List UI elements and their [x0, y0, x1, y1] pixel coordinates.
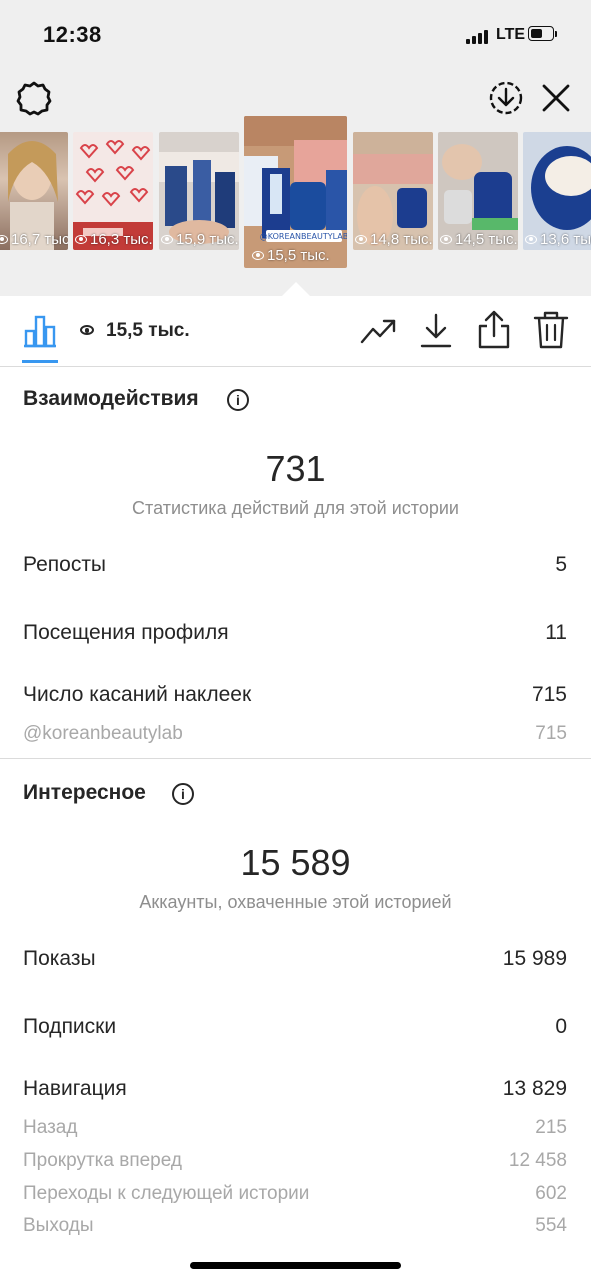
navigation-sub-value: 602 [535, 1183, 567, 1204]
info-icon[interactable]: i [227, 389, 249, 411]
navigation-sub-label: Прокрутка вперед [23, 1150, 182, 1171]
story-thumbnail[interactable]: 14,5 тыс. [438, 132, 518, 250]
interactions-total: 731 [265, 448, 326, 489]
navigation-sub-label: Выходы [23, 1215, 94, 1236]
story-thumbnail[interactable]: 15,9 тыс. [159, 132, 239, 250]
story-views: 14,8 тыс. [355, 231, 433, 248]
stat-label: Число касаний наклеек [23, 683, 252, 706]
navigation-sub-value: 215 [535, 1117, 567, 1138]
discovery-title: Интересное [23, 781, 146, 804]
story-views: 15,9 тыс. [161, 231, 239, 248]
navigation-sub-value: 12 458 [508, 1150, 567, 1171]
stat-value: 5 [555, 553, 567, 576]
stat-value: 13 829 [502, 1077, 567, 1100]
save-download-icon[interactable] [420, 312, 452, 350]
insights-bar-chart-icon[interactable] [22, 313, 58, 349]
share-icon[interactable] [477, 310, 511, 350]
story-thumbnail-selected[interactable]: @KOREANBEAUTYLAB 15,5 тыс. [244, 116, 347, 268]
network-type: LTE [496, 26, 526, 43]
story-views: 13,6 тыс. [525, 231, 591, 248]
active-tab-indicator [22, 360, 58, 363]
navigation-sub-value: 554 [535, 1215, 567, 1236]
eye-icon [252, 251, 264, 260]
sticker-label: @KOREANBEAUTYLAB [260, 232, 347, 241]
stories-strip[interactable]: 16,7 тыс. 16,3 тыс. 15,9 тыс. @KOREANBEA… [0, 116, 591, 276]
download-story-icon[interactable] [488, 80, 524, 116]
stat-label: Навигация [23, 1077, 127, 1100]
delete-trash-icon[interactable] [533, 310, 569, 350]
stat-value: 11 [545, 621, 567, 644]
story-thumbnail[interactable]: 14,8 тыс. [353, 132, 433, 250]
discovery-caption: Аккаунты, охваченные этой историей [139, 892, 452, 912]
close-icon[interactable] [540, 82, 572, 114]
stat-value: 715 [531, 683, 567, 706]
stat-value: 15 989 [502, 947, 567, 970]
settings-gear-icon[interactable] [16, 80, 52, 116]
info-icon[interactable]: i [172, 783, 194, 805]
story-views: 15,5 тыс. [252, 247, 330, 264]
story-thumbnail[interactable]: 16,3 тыс. [73, 132, 153, 250]
eye-icon [75, 235, 87, 244]
eye-icon [355, 235, 367, 244]
eye-icon [0, 235, 8, 244]
stat-label: Репосты [23, 553, 107, 576]
signal-icon [466, 30, 492, 44]
story-viewer-header: 12:38 LTE 16,7 тыс. 16,3 тыс. 15,9 тыс. … [0, 0, 591, 296]
battery-icon [528, 26, 558, 43]
section-divider [0, 758, 591, 759]
navigation-sub-label: Назад [23, 1117, 78, 1138]
story-reach: 15,5 тыс. [80, 320, 190, 342]
eye-icon [525, 235, 537, 244]
story-thumbnail[interactable]: 16,7 тыс. [0, 132, 68, 250]
navigation-sub-label: Переходы к следующей истории [23, 1183, 310, 1204]
story-views: 14,5 тыс. [440, 231, 518, 248]
interactions-title: Взаимодействия [23, 387, 199, 410]
stat-label: Посещения профиля [23, 621, 229, 644]
stat-label: Подписки [23, 1015, 117, 1038]
insights-toolbar: 15,5 тыс. [0, 296, 591, 367]
sticker-mention-value: 715 [535, 723, 567, 744]
stat-value: 0 [555, 1015, 567, 1038]
sticker-mention-label: @koreanbeautylab [23, 723, 183, 744]
interactions-caption: Статистика действий для этой истории [132, 498, 459, 518]
status-time: 12:38 [43, 22, 102, 47]
eye-icon [161, 235, 173, 244]
home-indicator[interactable] [190, 1262, 401, 1269]
stat-label: Показы [23, 947, 96, 970]
eye-icon [80, 325, 94, 335]
eye-icon [440, 235, 452, 244]
discovery-total: 15 589 [240, 842, 351, 883]
story-thumbnail[interactable]: 13,6 тыс. [523, 132, 591, 250]
promote-trend-icon[interactable] [360, 314, 398, 348]
story-views: 16,7 тыс. [0, 231, 68, 248]
story-views: 16,3 тыс. [75, 231, 153, 248]
